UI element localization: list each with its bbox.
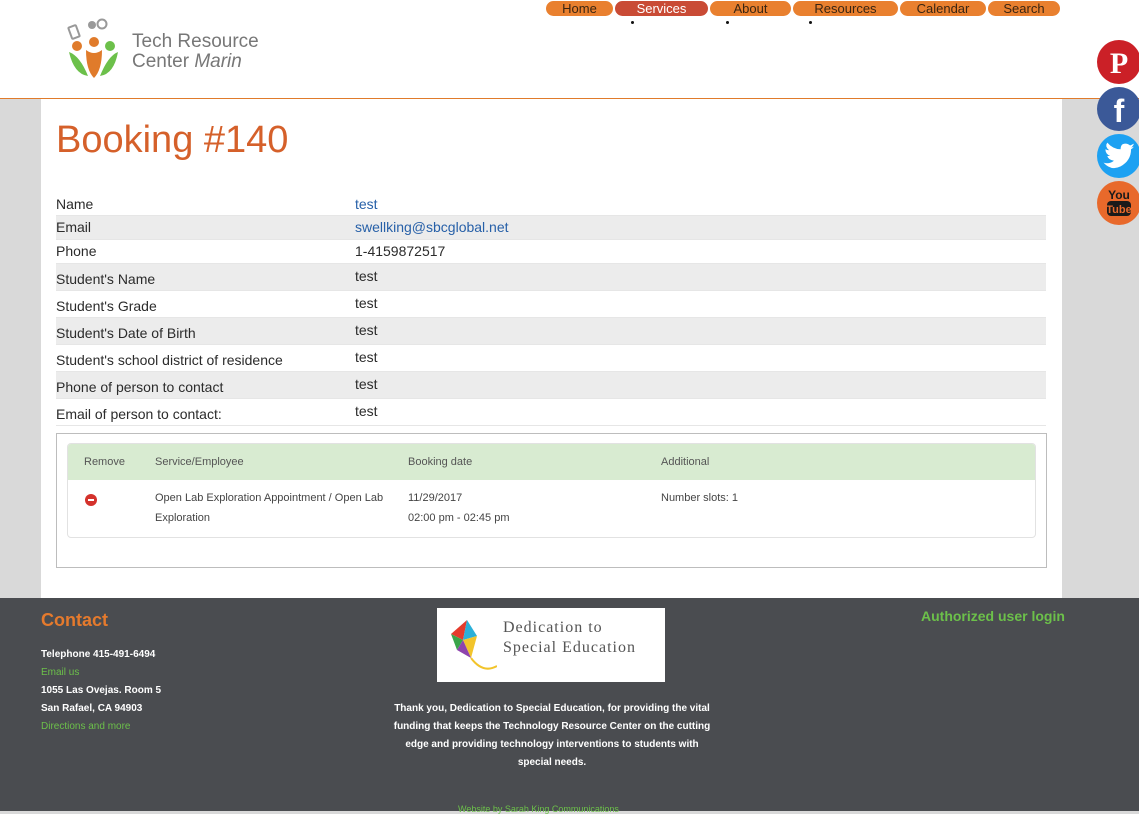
logo-line-1: Tech Resource [132, 31, 259, 52]
booking-time-cell: 02:00 pm - 02:45 pm [408, 512, 510, 524]
svg-text:P: P [1110, 47, 1128, 80]
detail-value: 1-4159872517 [355, 243, 446, 259]
detail-label: Phone [56, 243, 97, 259]
sponsor-line-1: Dedication to [503, 619, 603, 636]
page-title: Booking #140 [56, 119, 289, 161]
pinterest-icon[interactable]: P [1097, 40, 1139, 84]
column-header-service: Service/Employee [155, 456, 244, 468]
submenu-bullet [726, 21, 729, 24]
svg-text:f: f [1114, 93, 1125, 129]
detail-value: test [355, 268, 378, 284]
remove-booking-icon[interactable] [85, 494, 97, 506]
detail-row: Student's Grade test [56, 291, 1046, 318]
detail-label: Student's Name [56, 271, 156, 287]
detail-label: Student's Grade [56, 298, 157, 314]
logo-line-2a: Center [132, 51, 190, 72]
service-cell-line-2: Exploration [155, 512, 211, 524]
contact-telephone: Telephone 415-491-6494 [41, 649, 156, 660]
svg-text:You: You [1108, 188, 1130, 202]
contact-address-1: 1055 Las Ovejas. Room 5 [41, 685, 162, 696]
detail-value: test [355, 349, 378, 365]
submenu-bullet [809, 21, 812, 24]
detail-row: Student's Date of Birth test [56, 318, 1046, 345]
nav-resources[interactable]: Resources [793, 1, 898, 16]
logo-text: Tech Resource Center Marin [132, 32, 259, 72]
detail-row-name: Name test [56, 193, 1046, 216]
service-cell-line-1: Open Lab Exploration Appointment / Open … [155, 492, 384, 504]
logo-people-icon [67, 18, 118, 78]
nav-about[interactable]: About [710, 1, 791, 16]
detail-row: Email of person to contact: test [56, 399, 1046, 426]
sponsor-name: Dedication to Special Education [503, 618, 636, 658]
site-logo[interactable]: Tech Resource Center Marin [66, 16, 266, 80]
contact-title: Contact [41, 610, 108, 630]
site-header: Tech Resource Center Marin Home Services… [0, 0, 1139, 99]
detail-value-email-link[interactable]: swellking@sbcglobal.net [355, 219, 509, 235]
detail-value: test [355, 403, 378, 419]
detail-label: Phone of person to contact [56, 379, 224, 395]
column-header-remove: Remove [84, 456, 125, 468]
detail-row: Phone of person to contact test [56, 372, 1046, 399]
sponsor-thanks-text: Thank you, Dedication to Special Educati… [393, 703, 711, 768]
detail-row-email: Email swellking@sbcglobal.net [56, 216, 1046, 240]
detail-label: Email [56, 219, 92, 235]
nav-home[interactable]: Home [546, 1, 613, 16]
detail-row: Student's school district of residence t… [56, 345, 1046, 372]
nav-search[interactable]: Search [988, 1, 1060, 16]
nav-services[interactable]: Services [615, 1, 708, 16]
detail-value-name-link[interactable]: test [355, 196, 378, 212]
submenu-bullet [631, 21, 634, 24]
booking-table-header: Remove Service/Employee Booking date Add… [68, 444, 1035, 480]
detail-row-phone: Phone 1-4159872517 [56, 240, 1046, 264]
additional-cell: Number slots: 1 [661, 492, 739, 504]
kite-logo-icon [451, 620, 497, 670]
facebook-icon[interactable]: f [1097, 87, 1139, 131]
email-us-link[interactable]: Email us [41, 667, 79, 678]
booking-details: Name test Email swellking@sbcglobal.net … [56, 193, 1046, 426]
detail-label: Name [56, 196, 94, 212]
detail-label: Email of person to contact: [56, 406, 222, 422]
site-credit-link[interactable]: Website by Sarah King Communications [458, 804, 619, 814]
booking-table: Remove Service/Employee Booking date Add… [67, 443, 1036, 538]
detail-value: test [355, 322, 378, 338]
booking-table-panel: Remove Service/Employee Booking date Add… [56, 433, 1047, 568]
youtube-icon[interactable]: You Tube [1097, 181, 1139, 225]
site-footer: Contact Telephone 415-491-6494 Email us … [0, 598, 1139, 814]
sponsor-line-2: Special Education [503, 639, 636, 656]
sponsor-logo[interactable]: Dedication to Special Education [437, 608, 665, 682]
column-header-date: Booking date [408, 456, 473, 468]
contact-address-2: San Rafael, CA 94903 [41, 703, 143, 714]
detail-label: Student's Date of Birth [56, 325, 196, 341]
logo-line-2b: Marin [194, 51, 242, 72]
main-content: Booking #140 Name test Email swellking@s… [41, 99, 1062, 598]
detail-value: test [355, 376, 378, 392]
detail-label: Student's school district of residence [56, 352, 283, 368]
nav-calendar[interactable]: Calendar [900, 1, 986, 16]
booking-date-cell: 11/29/2017 [408, 492, 463, 504]
directions-link[interactable]: Directions and more [41, 721, 130, 732]
detail-row: Student's Name test [56, 264, 1046, 291]
authorized-login-link[interactable]: Authorized user login [921, 608, 1065, 624]
detail-value: test [355, 295, 378, 311]
column-header-additional: Additional [661, 456, 710, 468]
svg-text:Tube: Tube [1106, 204, 1131, 216]
twitter-icon[interactable] [1097, 134, 1139, 178]
